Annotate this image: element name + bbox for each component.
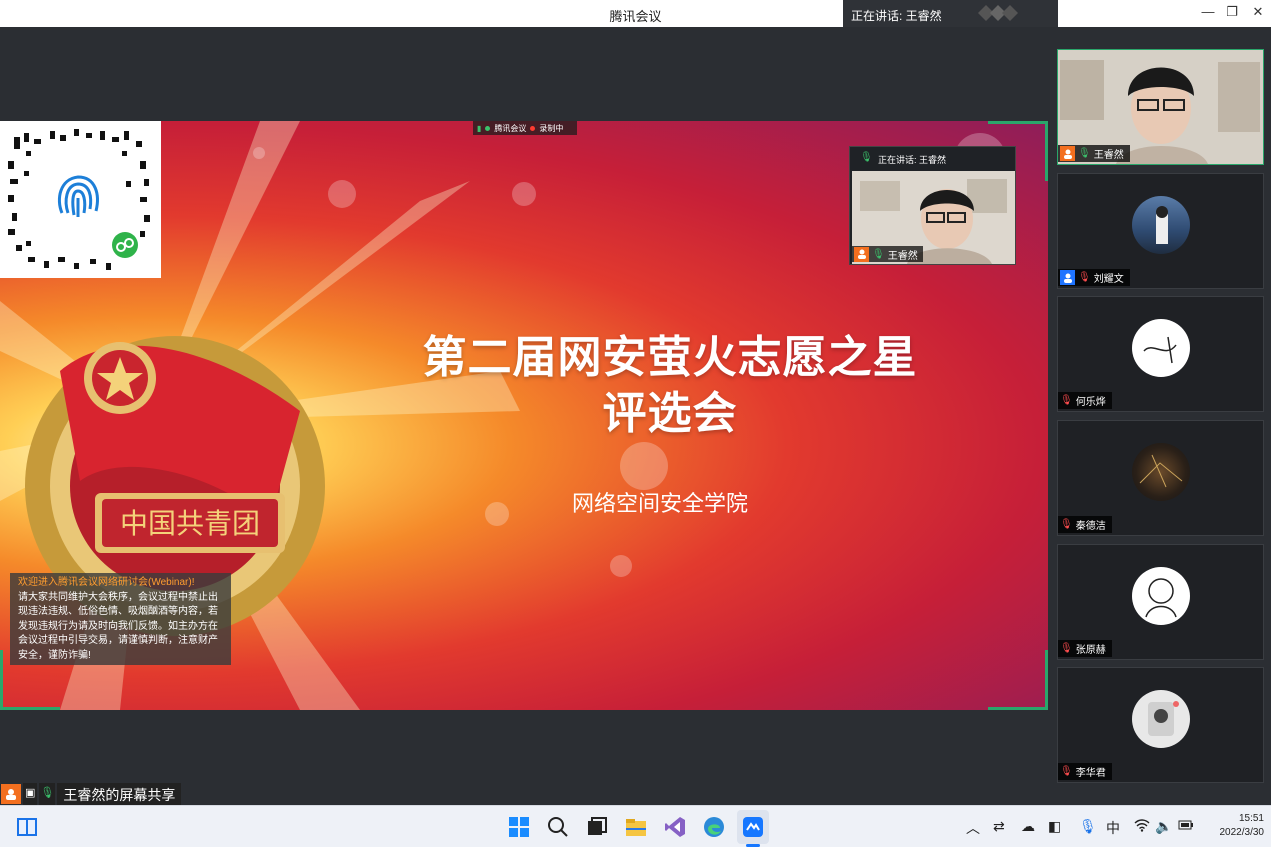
screen-share-label-bar: ▣ 🎙 王睿然的屏幕共享	[1, 783, 182, 805]
participant-name: 刘耀文	[1093, 274, 1124, 285]
mic-on-icon: 🎙	[39, 783, 56, 805]
speaker-pip-window[interactable]: 🎙 正在讲话: 王睿然 🎙 王睿然	[849, 146, 1016, 265]
volume-icon[interactable]: 🔈	[1155, 818, 1172, 835]
participant-name: 秦德洁	[1075, 521, 1106, 532]
participant-name-tag: 🎙 王睿然	[1058, 145, 1130, 162]
slide-title: 第二届网安萤火志愿之星 评选会	[370, 330, 970, 442]
participant-tile[interactable]: 🎙 张原赫	[1057, 544, 1264, 660]
screen-share-icon: ▣	[23, 783, 38, 805]
pip-name: 王睿然	[887, 250, 918, 262]
avatar	[1132, 196, 1190, 254]
webinar-notice: 欢迎进入腾讯会议网络研讨会(Webinar)! 请大家共同维护大会秩序，会议过程…	[10, 573, 231, 665]
task-switch-icon[interactable]	[585, 815, 609, 839]
participant-name: 王睿然	[1093, 150, 1124, 161]
task-view-icon[interactable]	[15, 815, 39, 839]
mic-muted-icon: 🎙	[1060, 766, 1073, 777]
recording-chip-app: 腾讯会议	[494, 123, 527, 133]
minimize-button[interactable]: —	[1198, 4, 1218, 22]
record-dot-icon	[530, 125, 536, 131]
restore-button[interactable]: ❐	[1222, 4, 1242, 22]
pip-name-tag: 🎙 王睿然	[852, 246, 923, 262]
notice-headline: 欢迎进入腾讯会议网络研讨会(Webinar)!	[18, 577, 195, 588]
visual-studio-icon[interactable]	[663, 815, 687, 839]
recording-chip-status: 录制中	[539, 123, 564, 133]
tencent-meeting-icon[interactable]	[741, 815, 765, 839]
participant-name-tag: 🎙 秦德洁	[1058, 516, 1112, 533]
mic-on-icon: 🎙	[1078, 148, 1091, 159]
speaker-pattern-icon	[978, 5, 1018, 21]
participant-tile[interactable]: 🎙 何乐烨	[1057, 296, 1264, 412]
screen-share-label: 王睿然的屏幕共享	[57, 783, 182, 805]
wifi-icon[interactable]	[1134, 818, 1150, 835]
recording-status-chip: ▮ 腾讯会议 录制中	[473, 121, 577, 135]
clock-date: 2022/3/30	[1219, 827, 1265, 838]
pip-speaking-text: 正在讲话: 王睿然	[878, 155, 947, 165]
participant-name: 张原赫	[1075, 645, 1106, 656]
slide-title-line1: 第二届网安萤火志愿之星	[422, 333, 918, 382]
speaking-text: 正在讲话: 王睿然	[851, 9, 942, 23]
emblem-text: 中国共青团	[120, 508, 260, 540]
participant-tile[interactable]: 🎙 刘耀文	[1057, 173, 1264, 289]
participant-name: 何乐烨	[1075, 397, 1106, 408]
participant-name-tag: 🎙 何乐烨	[1058, 392, 1112, 409]
mic-on-icon: 🎙	[872, 248, 885, 260]
onedrive-icon[interactable]: ☁	[1021, 818, 1035, 835]
mini-program-qr-code	[0, 121, 161, 278]
mic-muted-icon: 🎙	[1078, 272, 1091, 283]
participant-name-tag: 🎙 刘耀文	[1058, 269, 1130, 286]
tray-settings-icon[interactable]: ⇄	[993, 818, 1005, 835]
user-badge-icon	[1060, 270, 1075, 285]
participant-tile[interactable]: 🎙 李华君	[1057, 667, 1264, 783]
clock-time: 15:51	[1238, 813, 1264, 824]
participant-name-tag: 🎙 李华君	[1058, 763, 1112, 780]
title-bar: 腾讯会议 正在讲话: 王睿然 — ❐ ✕	[0, 0, 1271, 27]
avatar	[1132, 319, 1190, 377]
mic-muted-icon: 🎙	[1060, 643, 1073, 654]
mic-muted-icon: 🎙	[1060, 519, 1073, 530]
participant-name: 李华君	[1075, 768, 1106, 779]
participant-name-tag: 🎙 张原赫	[1058, 640, 1112, 657]
signal-icon: ▮	[477, 123, 482, 133]
microphone-icon[interactable]: 🎙	[1079, 818, 1097, 835]
file-explorer-icon[interactable]	[624, 815, 648, 839]
user-badge-icon	[1060, 146, 1075, 161]
participant-tile[interactable]: 🎙 秦德洁	[1057, 420, 1264, 536]
windows-taskbar: ︿ ⇄ ☁ ◧ 🎙 中 🔈 15:51 2022/3/30	[0, 805, 1271, 847]
ime-indicator[interactable]: 中	[1106, 818, 1120, 838]
system-clock[interactable]: 15:51 2022/3/30	[1200, 812, 1265, 840]
start-icon[interactable]	[507, 815, 531, 839]
pip-header: 🎙 正在讲话: 王睿然	[850, 147, 1015, 170]
search-icon[interactable]	[546, 815, 570, 839]
notice-body: 请大家共同维护大会秩序，会议过程中禁止出现违法违规、低俗色情、吸烟酗酒等内容，若…	[18, 591, 218, 661]
edge-browser-icon[interactable]	[702, 815, 726, 839]
user-badge-icon	[1, 784, 21, 804]
participant-tile[interactable]: 🎙 王睿然	[1057, 49, 1264, 165]
avatar	[1132, 443, 1190, 501]
mic-muted-icon: 🎙	[1060, 395, 1073, 406]
slide-title-line2: 评选会	[602, 389, 738, 438]
speaking-indicator: 正在讲话: 王睿然	[843, 0, 1058, 27]
slide-subtitle: 网络空间安全学院	[571, 491, 748, 516]
tray-app-icon[interactable]: ◧	[1048, 818, 1061, 835]
user-badge-icon	[854, 246, 869, 262]
chevron-up-icon[interactable]: ︿	[966, 818, 980, 838]
qr-code-icon	[8, 129, 150, 270]
window-title: 腾讯会议	[609, 9, 662, 24]
avatar	[1132, 690, 1190, 748]
battery-icon[interactable]	[1178, 818, 1194, 834]
status-dot-icon	[485, 125, 491, 131]
mic-icon: 🎙	[860, 152, 873, 163]
close-button[interactable]: ✕	[1248, 4, 1268, 22]
avatar	[1132, 567, 1190, 625]
